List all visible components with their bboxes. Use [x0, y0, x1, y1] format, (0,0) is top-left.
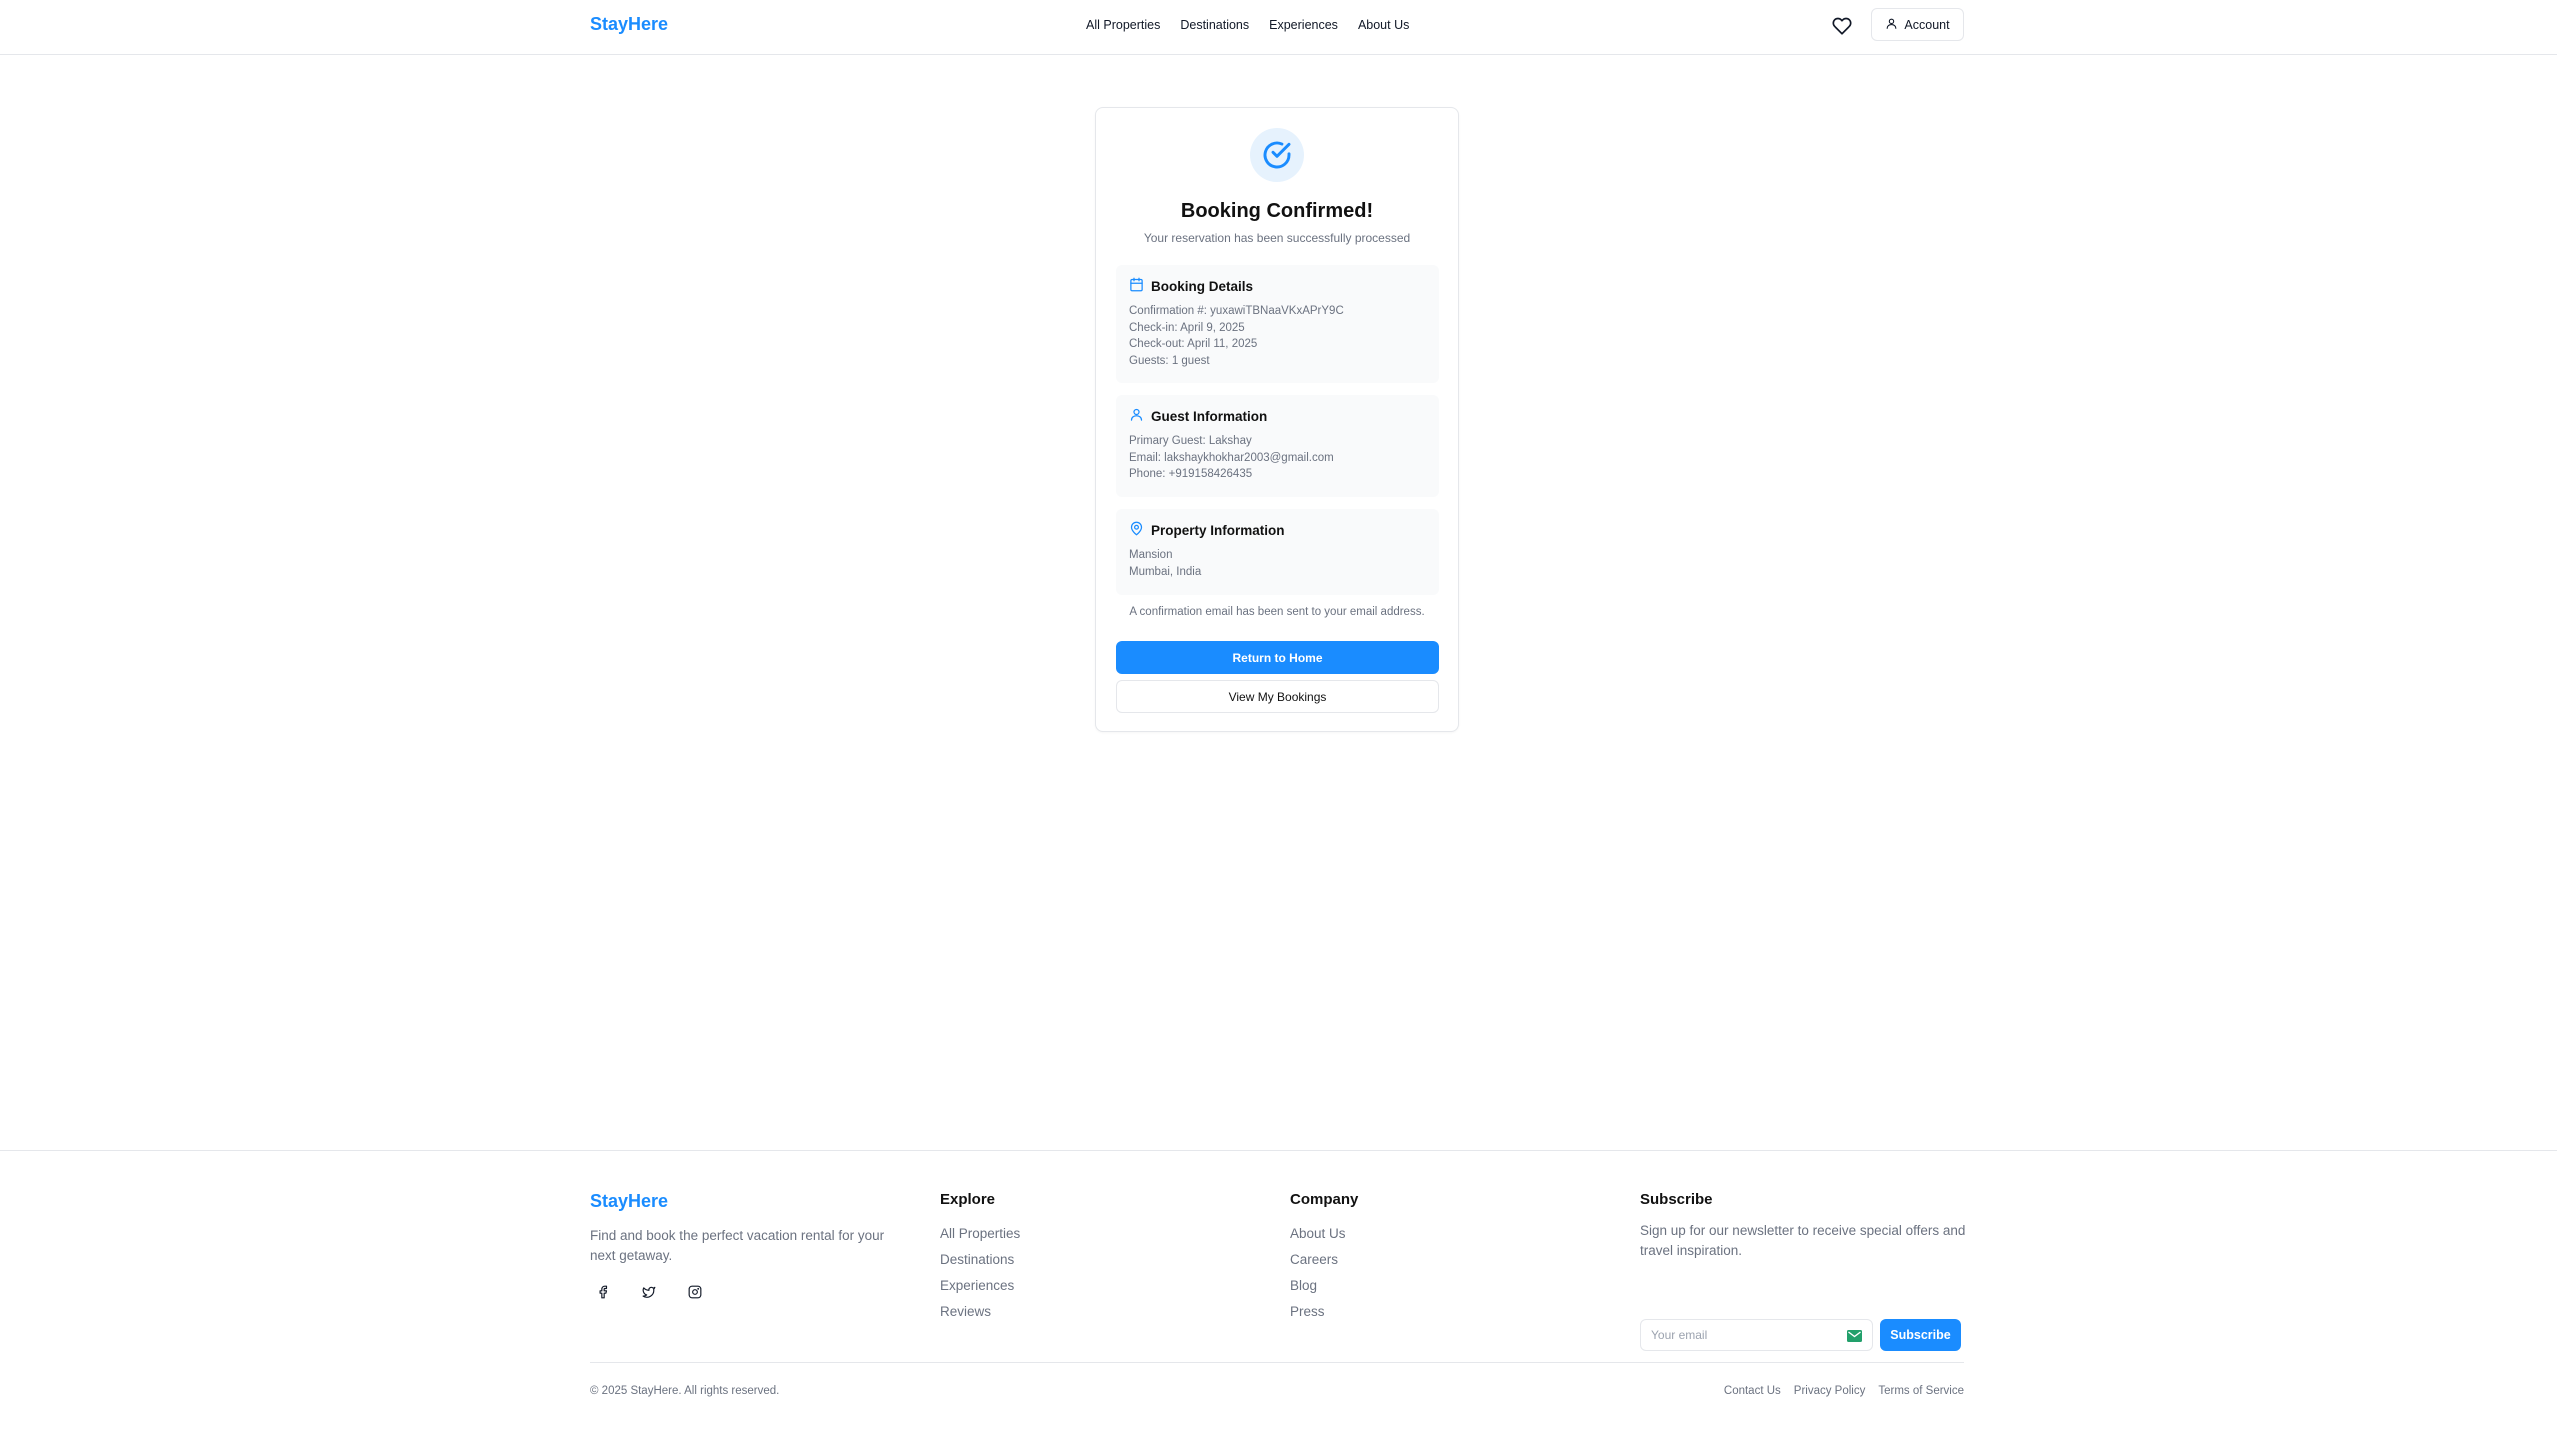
footer-divider — [590, 1362, 1964, 1363]
newsletter-email-input[interactable] — [1641, 1320, 1872, 1350]
user-icon — [1885, 17, 1898, 33]
site-logo[interactable]: StayHere — [590, 14, 668, 35]
legal-links: Contact Us Privacy Policy Terms of Servi… — [1724, 1385, 1964, 1397]
account-label: Account — [1904, 17, 1950, 32]
newsletter-email-field — [1640, 1319, 1873, 1351]
footer-link-reviews[interactable]: Reviews — [940, 1299, 1020, 1325]
site-footer: StayHere Find and book the perfect vacat… — [0, 1150, 2557, 1439]
booking-confirmation-card: Booking Confirmed! Your reservation has … — [1095, 107, 1459, 732]
subscribe-heading: Subscribe — [1640, 1191, 1713, 1208]
footer-logo[interactable]: StayHere — [590, 1191, 668, 1212]
footer-link-careers[interactable]: Careers — [1290, 1247, 1358, 1273]
checkout-date: Check-out: April 11, 2025 — [1129, 338, 1258, 350]
subscribe-form: Subscribe — [1640, 1319, 1961, 1351]
footer-link-all-properties[interactable]: All Properties — [940, 1221, 1020, 1247]
nav-item-about-us[interactable]: About Us — [1358, 18, 1409, 32]
footer-link-privacy-policy[interactable]: Privacy Policy — [1794, 1385, 1866, 1397]
checkin-date: Check-in: April 9, 2025 — [1129, 321, 1245, 334]
footer-link-blog[interactable]: Blog — [1290, 1273, 1358, 1299]
confirmation-subtitle: Your reservation has been successfully p… — [1143, 231, 1411, 245]
guest-email: Email: lakshaykhokhar2003@gmail.com — [1129, 451, 1334, 464]
footer-company-column: Company About Us Careers Blog Press — [1290, 1191, 1358, 1325]
footer-link-destinations[interactable]: Destinations — [940, 1247, 1020, 1273]
guest-information-section: Guest Information Primary Guest: Lakshay… — [1116, 395, 1439, 497]
footer-link-terms-of-service[interactable]: Terms of Service — [1878, 1385, 1964, 1397]
nav-item-experiences[interactable]: Experiences — [1269, 18, 1338, 32]
return-to-home-button[interactable]: Return to Home — [1116, 641, 1439, 674]
nav-item-destinations[interactable]: Destinations — [1180, 18, 1249, 32]
booking-details-section: Booking Details Confirmation #: yuxawiTB… — [1116, 265, 1439, 383]
property-information-section: Property Information Mansion Mumbai, Ind… — [1116, 509, 1439, 595]
explore-heading: Explore — [940, 1191, 996, 1208]
footer-link-press[interactable]: Press — [1290, 1299, 1358, 1325]
social-links — [590, 1279, 708, 1305]
nav-item-all-properties[interactable]: All Properties — [1086, 18, 1160, 32]
site-header: StayHere All Properties Destinations Exp… — [0, 0, 2557, 55]
guest-count: Guests: 1 guest — [1129, 354, 1210, 367]
success-check-icon — [1250, 128, 1304, 182]
favorites-heart-icon[interactable] — [1832, 16, 1852, 36]
company-heading: Company — [1290, 1191, 1359, 1208]
guest-phone: Phone: +919158426435 — [1129, 468, 1253, 480]
footer-link-about-us[interactable]: About Us — [1290, 1221, 1358, 1247]
copyright-text: © 2025 StayHere. All rights reserved. — [590, 1385, 780, 1397]
footer-link-experiences[interactable]: Experiences — [940, 1273, 1020, 1299]
property-information-heading: Property Information — [1151, 522, 1285, 538]
user-icon — [1129, 407, 1144, 425]
subscribe-description: Sign up for our newsletter to receive sp… — [1640, 1223, 1966, 1258]
primary-guest: Primary Guest: Lakshay — [1129, 435, 1252, 447]
view-my-bookings-button[interactable]: View My Bookings — [1116, 680, 1439, 713]
footer-link-contact-us[interactable]: Contact Us — [1724, 1385, 1781, 1397]
guest-information-heading: Guest Information — [1151, 408, 1268, 424]
calendar-icon — [1129, 277, 1144, 295]
mail-icon — [1847, 1329, 1862, 1342]
account-button[interactable]: Account — [1871, 8, 1964, 41]
main-nav: All Properties Destinations Experiences … — [1086, 18, 1409, 32]
confirmation-title: Booking Confirmed! — [1180, 200, 1374, 222]
footer-subscribe-column: Subscribe Sign up for our newsletter to … — [1640, 1191, 1970, 1361]
confirmation-number: Confirmation #: yuxawiTBNaaVKxAPrY9C — [1129, 305, 1344, 317]
instagram-icon[interactable] — [682, 1279, 708, 1305]
property-location: Mumbai, India — [1129, 565, 1202, 578]
property-name: Mansion — [1129, 549, 1173, 561]
footer-description: Find and book the perfect vacation renta… — [590, 1228, 885, 1263]
footer-explore-column: Explore All Properties Destinations Expe… — [940, 1191, 1020, 1325]
map-pin-icon — [1129, 521, 1144, 539]
confirmation-email-note: A confirmation email has been sent to yo… — [1129, 606, 1425, 618]
subscribe-button[interactable]: Subscribe — [1880, 1319, 1961, 1351]
facebook-icon[interactable] — [590, 1279, 616, 1305]
booking-details-heading: Booking Details — [1151, 278, 1254, 294]
twitter-icon[interactable] — [636, 1279, 662, 1305]
